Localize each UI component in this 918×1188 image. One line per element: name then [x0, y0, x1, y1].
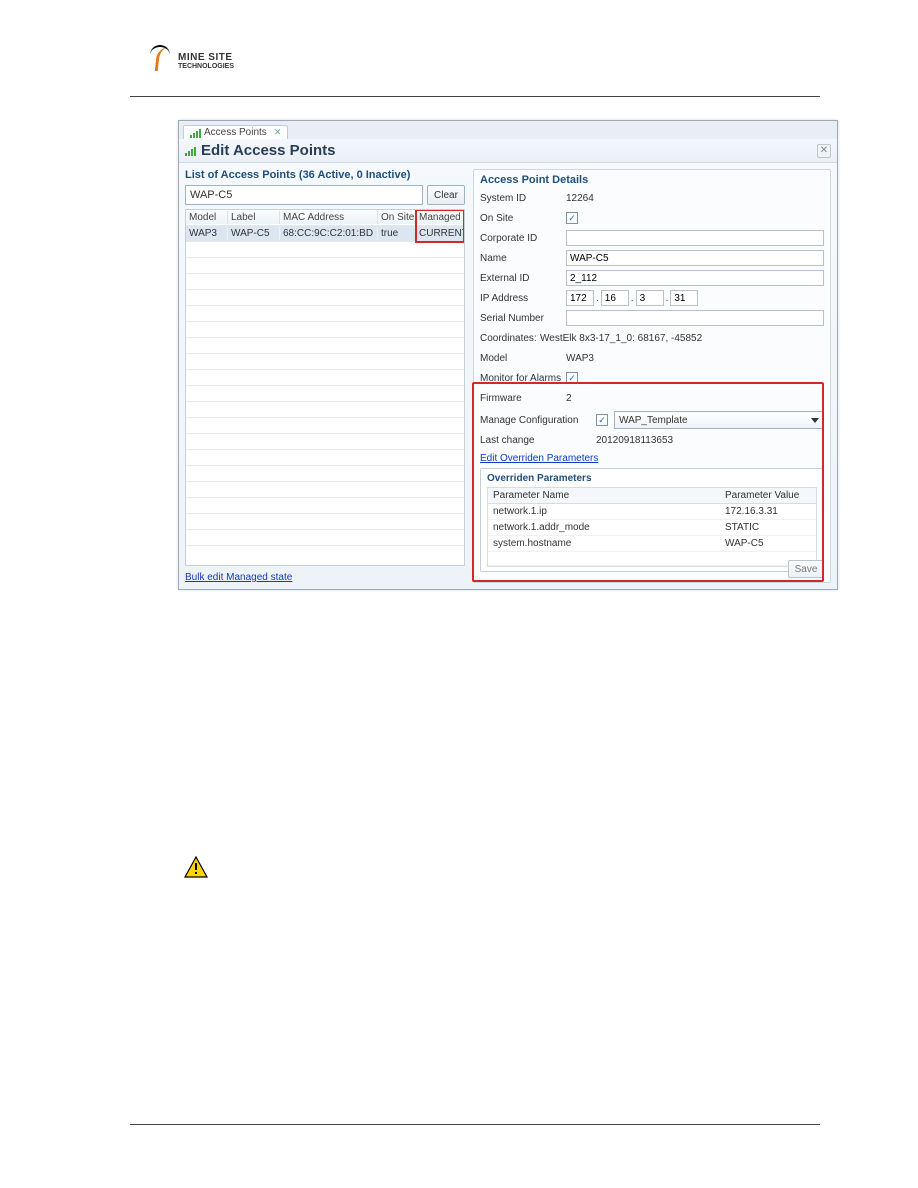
- cell-mac: 68:CC:9C:C2:01:BD: [280, 227, 378, 240]
- extid-input[interactable]: [566, 270, 824, 286]
- col-mac[interactable]: MAC Address: [280, 211, 378, 224]
- cell-onsite: true: [378, 227, 416, 240]
- lbl-model: Model: [480, 353, 566, 364]
- signal-icon: [190, 128, 200, 138]
- override-table: Parameter Name Parameter Value network.1…: [487, 487, 817, 567]
- override-panel: Overriden Parameters Parameter Name Para…: [480, 468, 824, 572]
- corpid-input[interactable]: [566, 230, 824, 246]
- title-bar: Edit Access Points ✕: [179, 139, 837, 163]
- val-fw: 2: [566, 393, 572, 404]
- details-title: Access Point Details: [480, 174, 824, 186]
- app-frame: Access Points ✕ Edit Access Points ✕ Lis…: [178, 120, 838, 590]
- col-onsite[interactable]: On Site: [378, 211, 416, 224]
- lbl-fw: Firmware: [480, 393, 566, 404]
- grid-header: Model Label MAC Address On Site Managed: [186, 210, 464, 226]
- edit-override-link[interactable]: Edit Overriden Parameters: [480, 453, 598, 464]
- override-row: network.1.addr_modeSTATIC: [488, 520, 816, 536]
- val-model: WAP3: [566, 353, 594, 364]
- override-header: Parameter Name Parameter Value: [488, 488, 816, 504]
- cell-model: WAP3: [186, 227, 228, 240]
- onsite-checkbox[interactable]: [566, 212, 578, 224]
- ovr-col-name: Parameter Name: [488, 488, 720, 503]
- lbl-onsite: On Site: [480, 213, 566, 224]
- lbl-monitor: Monitor for Alarms: [480, 373, 566, 384]
- override-row: network.1.ip172.16.3.31: [488, 504, 816, 520]
- brand-line2: TECHNOLOGIES: [178, 63, 234, 70]
- template-combo[interactable]: WAP_Template: [614, 411, 824, 429]
- signal-icon: [185, 146, 195, 156]
- bulk-edit-link[interactable]: Bulk edit Managed state: [185, 572, 465, 583]
- template-combo-value: WAP_Template: [619, 415, 688, 426]
- col-model[interactable]: Model: [186, 211, 228, 224]
- col-label[interactable]: Label: [228, 211, 280, 224]
- list-title: List of Access Points (36 Active, 0 Inac…: [185, 169, 465, 181]
- ap-grid[interactable]: Model Label MAC Address On Site Managed …: [185, 209, 465, 566]
- ip-octet-2[interactable]: [601, 290, 629, 306]
- lbl-ip: IP Address: [480, 293, 566, 304]
- ovr-col-value: Parameter Value: [720, 488, 816, 503]
- lbl-name: Name: [480, 253, 566, 264]
- lbl-managecfg: Manage Configuration: [480, 415, 596, 426]
- details-panel: Access Point Details System ID12264 On S…: [473, 169, 831, 583]
- left-panel: List of Access Points (36 Active, 0 Inac…: [185, 169, 465, 583]
- save-button[interactable]: Save: [788, 560, 824, 578]
- logo-pick-icon: [150, 45, 172, 77]
- tab-close-icon[interactable]: ✕: [271, 127, 282, 138]
- ip-octet-3[interactable]: [636, 290, 664, 306]
- managecfg-checkbox[interactable]: [596, 414, 608, 426]
- tab-strip: Access Points ✕: [179, 121, 837, 139]
- lbl-extid: External ID: [480, 273, 566, 284]
- serial-input[interactable]: [566, 310, 824, 326]
- lbl-lastchange: Last change: [480, 435, 596, 446]
- lbl-serial: Serial Number: [480, 313, 566, 324]
- page-title: Edit Access Points: [201, 142, 336, 159]
- cell-label: WAP-C5: [228, 227, 280, 240]
- clear-button[interactable]: Clear: [427, 185, 465, 205]
- lbl-systemid: System ID: [480, 193, 566, 204]
- lbl-corpid: Corporate ID: [480, 233, 566, 244]
- footer-divider: [130, 1124, 820, 1125]
- ip-octet-1[interactable]: [566, 290, 594, 306]
- panel-close-icon[interactable]: ✕: [817, 144, 831, 158]
- tab-label: Access Points: [204, 127, 267, 138]
- brand-line1: MINE SITE: [178, 53, 234, 63]
- val-systemid: 12264: [566, 193, 594, 204]
- tab-access-points[interactable]: Access Points ✕: [183, 125, 288, 139]
- col-managed[interactable]: Managed: [416, 211, 464, 224]
- table-row[interactable]: WAP3 WAP-C5 68:CC:9C:C2:01:BD true CURRE…: [186, 226, 464, 242]
- lbl-coords: Coordinates:: [480, 333, 540, 344]
- ip-octet-4[interactable]: [670, 290, 698, 306]
- override-title: Overriden Parameters: [487, 473, 817, 484]
- name-input[interactable]: [566, 250, 824, 266]
- val-lastchange: 20120918113653: [596, 435, 673, 446]
- logo-text: MINE SITE TECHNOLOGIES: [178, 53, 234, 70]
- monitor-checkbox[interactable]: [566, 372, 578, 384]
- header-divider: [130, 96, 820, 97]
- search-input[interactable]: [185, 185, 423, 205]
- brand-header: MINE SITE TECHNOLOGIES: [150, 45, 234, 77]
- val-coords: WestElk 8x3-17_1_0: 68167, -45852: [540, 333, 702, 344]
- cell-managed: CURRENT: [416, 227, 464, 240]
- chevron-down-icon: [811, 418, 819, 423]
- override-row: system.hostnameWAP-C5: [488, 536, 816, 552]
- warning-icon: [184, 856, 208, 878]
